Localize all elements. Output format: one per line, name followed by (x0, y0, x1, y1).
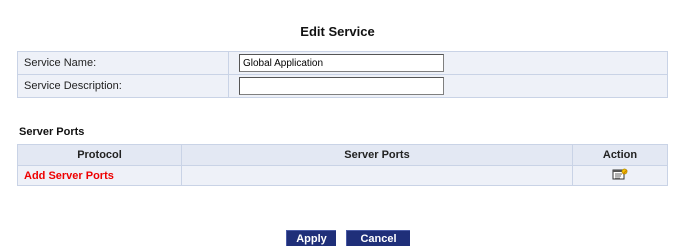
service-description-cell (229, 75, 667, 97)
service-description-input[interactable] (239, 77, 444, 95)
apply-button[interactable]: Apply (286, 230, 336, 246)
column-header-server-ports: Server Ports (182, 145, 572, 165)
service-name-input[interactable] (239, 54, 444, 72)
action-cell (573, 166, 667, 185)
cancel-button[interactable]: Cancel (346, 230, 410, 246)
protocol-cell: Add Server Ports (18, 166, 181, 185)
add-server-ports-link[interactable]: Add Server Ports (24, 170, 114, 182)
server-ports-header-row: Protocol Server Ports Action (18, 145, 667, 165)
server-ports-table: Protocol Server Ports Action Add Server … (17, 144, 668, 186)
column-header-protocol: Protocol (18, 145, 181, 165)
service-description-row: Service Description: (18, 75, 667, 97)
page-title: Edit Service (300, 24, 375, 39)
service-form-table: Service Name: Service Description: (17, 51, 668, 98)
service-name-label: Service Name: (18, 52, 228, 74)
server-ports-cell (182, 166, 572, 185)
column-header-action: Action (573, 145, 667, 165)
server-ports-section-title: Server Ports (19, 126, 85, 138)
service-name-row: Service Name: (18, 52, 667, 74)
service-description-label: Service Description: (18, 75, 228, 97)
service-name-cell (229, 52, 667, 74)
edit-icon[interactable] (612, 168, 628, 184)
table-row: Add Server Ports (18, 166, 667, 185)
